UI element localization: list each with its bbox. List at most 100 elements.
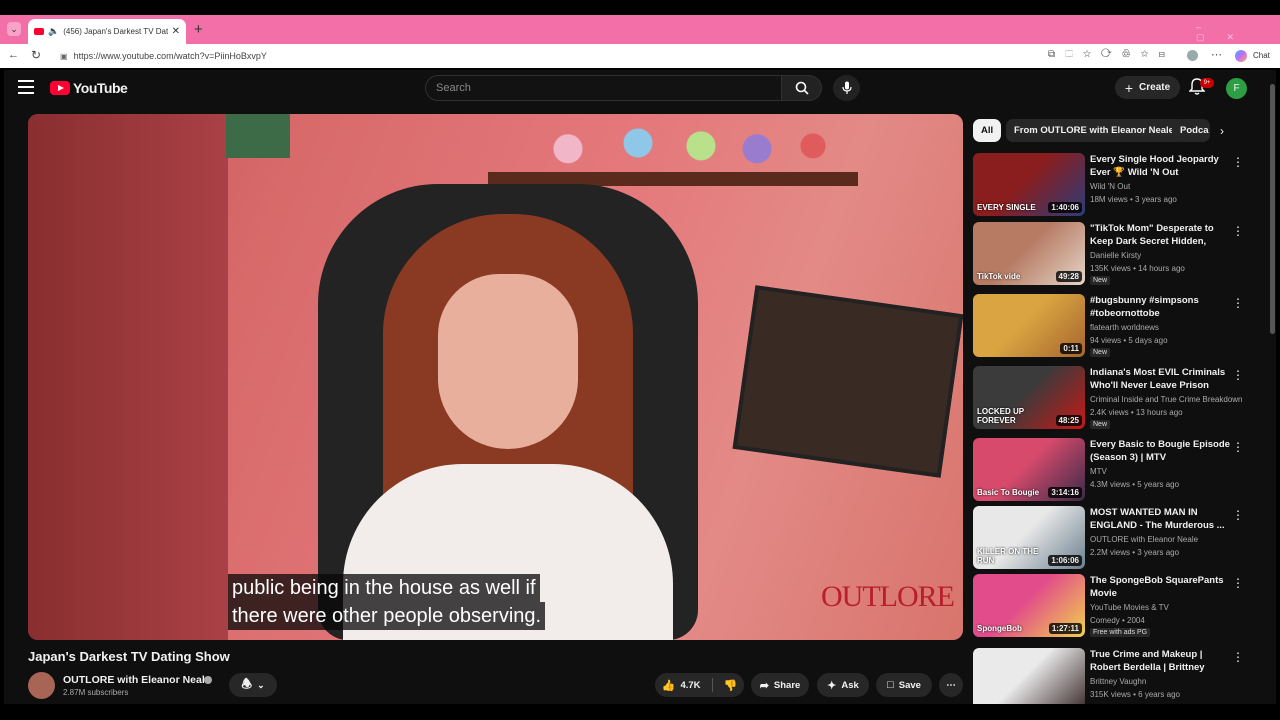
bottom-edge	[0, 704, 1280, 720]
recommendation-title[interactable]: Every Single Hood Jeopardy Ever 🏆 Wild '…	[1090, 153, 1230, 179]
video-thumbnail[interactable]: EVERY SINGLE 1:40:06	[973, 153, 1085, 216]
like-button[interactable]: 👍 4.7K	[662, 679, 701, 692]
channel-watermark: OUTLORE	[821, 580, 955, 613]
video-thumbnail[interactable]	[973, 648, 1085, 711]
copilot-icon[interactable]	[1235, 50, 1247, 62]
recommendation-item[interactable]: LOCKED UP FOREVER 48:25 Indiana's Most EVI…	[973, 366, 1263, 432]
more-horizontal-icon: ⋯	[946, 679, 956, 691]
bookmark-icon: □	[887, 679, 894, 691]
video-player[interactable]: OUTLORE public being in the house as wel…	[28, 114, 963, 640]
recommendation-channel[interactable]: Criminal Inside and True Crime Breakdown	[1090, 395, 1243, 404]
recommendation-channel[interactable]: OUTLORE with Eleanor Neale	[1090, 535, 1198, 544]
video-thumbnail[interactable]: 0:11	[973, 294, 1085, 357]
recommendation-meta: 18M views • 3 years ago	[1090, 195, 1177, 204]
video-thumbnail[interactable]: LOCKED UP FOREVER 48:25	[973, 366, 1085, 429]
duration-badge: 1:06:06	[1048, 555, 1082, 566]
account-avatar[interactable]: F	[1226, 78, 1247, 99]
create-button[interactable]: + Create	[1115, 76, 1180, 99]
duration-badge: 3:14:16	[1048, 487, 1082, 498]
more-vertical-icon[interactable]: ⋮	[1232, 224, 1244, 238]
recommendation-title[interactable]: True Crime and Makeup | Robert Berdella …	[1090, 648, 1230, 675]
close-tab-icon[interactable]: ✕	[172, 26, 180, 37]
profile-icon[interactable]	[1187, 50, 1198, 61]
search-button[interactable]	[781, 75, 822, 101]
recommendation-item[interactable]: EVERY SINGLE 1:40:06 Every Single Hood Jeo…	[973, 153, 1263, 219]
more-vertical-icon[interactable]: ⋮	[1232, 576, 1244, 590]
recommendation-meta: 315K views • 6 years ago	[1090, 690, 1180, 699]
recommendation-channel[interactable]: flatearth worldnews	[1090, 323, 1159, 332]
recommendation-item[interactable]: KILLER ON THE RUN 1:06:06 MOST WANTED MAN …	[973, 506, 1263, 572]
recommendation-title[interactable]: #bugsbunny #simpsons #tobeornottobe	[1090, 294, 1230, 320]
caption-line-1: public being in the house as well if	[228, 574, 540, 602]
search-input[interactable]: Search	[425, 75, 782, 101]
more-vertical-icon[interactable]: ⋮	[1232, 155, 1244, 169]
recommendation-title[interactable]: MOST WANTED MAN IN ENGLAND - The Murdero…	[1090, 506, 1230, 532]
save-button[interactable]: □ Save	[876, 673, 932, 697]
video-title: Japan's Darkest TV Dating Show	[28, 649, 230, 664]
video-thumbnail[interactable]: Basic To Bougie 3:14:16	[973, 438, 1085, 501]
speaker-icon: 🔈	[48, 26, 60, 36]
channel-avatar[interactable]	[28, 672, 55, 699]
recommendation-item[interactable]: 0:11 #bugsbunny #simpsons #tobeornottobe f…	[973, 294, 1263, 360]
recommendation-title[interactable]: The SpongeBob SquarePants Movie	[1090, 574, 1230, 600]
site-info-icon[interactable]: ▣	[60, 52, 68, 61]
more-vertical-icon[interactable]: ⋮	[1232, 508, 1244, 522]
more-menu-icon[interactable]: ⋯	[1211, 48, 1222, 61]
recommendation-channel[interactable]: Wild 'N Out	[1090, 182, 1130, 191]
recommendation-channel[interactable]: Danielle Kirsty	[1090, 251, 1141, 260]
recommendation-channel[interactable]: Brittney Vaughn	[1090, 677, 1146, 686]
more-vertical-icon[interactable]: ⋮	[1232, 296, 1244, 310]
reload-icon[interactable]: ↻	[31, 48, 41, 62]
url-input[interactable]: ▣ https://www.youtube.com/watch?v=PiinHo…	[54, 47, 1214, 65]
recommendation-badge: New	[1090, 276, 1111, 285]
caption-line-2: there were other people observing.	[228, 602, 546, 630]
more-actions-button[interactable]: ⋯	[939, 673, 963, 697]
scrollbar[interactable]	[1269, 74, 1276, 704]
chip-from-channel[interactable]: From OUTLORE with Eleanor Neale	[1006, 119, 1182, 142]
more-vertical-icon[interactable]: ⋮	[1232, 650, 1244, 664]
more-vertical-icon[interactable]: ⋮	[1232, 440, 1244, 454]
notification-count-badge: 9+	[1200, 78, 1214, 88]
thumbnail-text: Basic To Bougie	[977, 488, 1040, 497]
sparkle-icon: ✦	[827, 679, 837, 692]
share-button[interactable]: ➦ Share	[751, 673, 809, 697]
chip-podcasts[interactable]: Podca	[1172, 119, 1210, 142]
recommendation-meta: 4.3M views • 5 years ago	[1090, 480, 1180, 489]
subscribed-bell-button[interactable]: 🕭 ⌄	[229, 673, 277, 697]
presenter-face	[438, 274, 578, 449]
recommendation-channel[interactable]: MTV	[1090, 467, 1107, 476]
channel-name[interactable]: OUTLORE with Eleanor Neale	[63, 674, 211, 686]
voice-search-button[interactable]	[833, 75, 860, 101]
recommendation-title[interactable]: Every Basic to Bougie Episode (Season 3)…	[1090, 438, 1230, 464]
recommendation-title[interactable]: "TikTok Mom" Desperate to Keep Dark Secr…	[1090, 222, 1230, 249]
chevron-right-icon[interactable]: ›	[1220, 124, 1224, 138]
tab-list-button[interactable]: ⌄	[7, 22, 21, 36]
active-tab[interactable]: 🔈 (456) Japan's Darkest TV Datin ✕	[28, 19, 186, 44]
like-count: 4.7K	[680, 679, 701, 691]
ask-button[interactable]: ✦ Ask	[817, 673, 869, 697]
video-thumbnail[interactable]: KILLER ON THE RUN 1:06:06	[973, 506, 1085, 569]
ask-label: Ask	[841, 679, 859, 691]
more-vertical-icon[interactable]: ⋮	[1232, 368, 1244, 382]
scrollbar-thumb[interactable]	[1270, 84, 1275, 334]
browser-toolbar-icons[interactable]: ⧉⬚☆⟳♲✩⊟	[1048, 49, 1175, 60]
recommendation-item[interactable]: TikTok vide 49:28 "TikTok Mom" Desperate t…	[973, 222, 1263, 288]
chip-all[interactable]: All	[973, 119, 1002, 142]
menu-icon[interactable]	[18, 80, 34, 94]
thumbnail-text: EVERY SINGLE	[977, 203, 1036, 212]
copilot-label[interactable]: Chat	[1253, 51, 1270, 60]
recommendation-channel[interactable]: YouTube Movies & TV	[1090, 603, 1169, 612]
back-icon[interactable]: ←	[8, 49, 19, 61]
corkboard	[732, 285, 963, 478]
recommendation-item[interactable]: SpongeBob 1:27:11 The SpongeBob SquarePant…	[973, 574, 1263, 640]
new-tab-icon[interactable]: +	[194, 21, 203, 38]
recommendation-badge: New	[1090, 348, 1111, 357]
video-thumbnail[interactable]: TikTok vide 49:28	[973, 222, 1085, 285]
thumbs-down-icon[interactable]: 👎	[724, 679, 738, 692]
recommendation-item[interactable]: Basic To Bougie 3:14:16 Every Basic to Bou…	[973, 438, 1263, 504]
recommendation-title[interactable]: Indiana's Most EVIL Criminals Who'll Nev…	[1090, 366, 1230, 392]
youtube-logo[interactable]: YouTube	[50, 80, 128, 96]
recommendation-meta: 135K views • 14 hours ago	[1090, 264, 1185, 273]
duration-badge: 1:40:06	[1048, 202, 1082, 213]
video-thumbnail[interactable]: SpongeBob 1:27:11	[973, 574, 1085, 637]
